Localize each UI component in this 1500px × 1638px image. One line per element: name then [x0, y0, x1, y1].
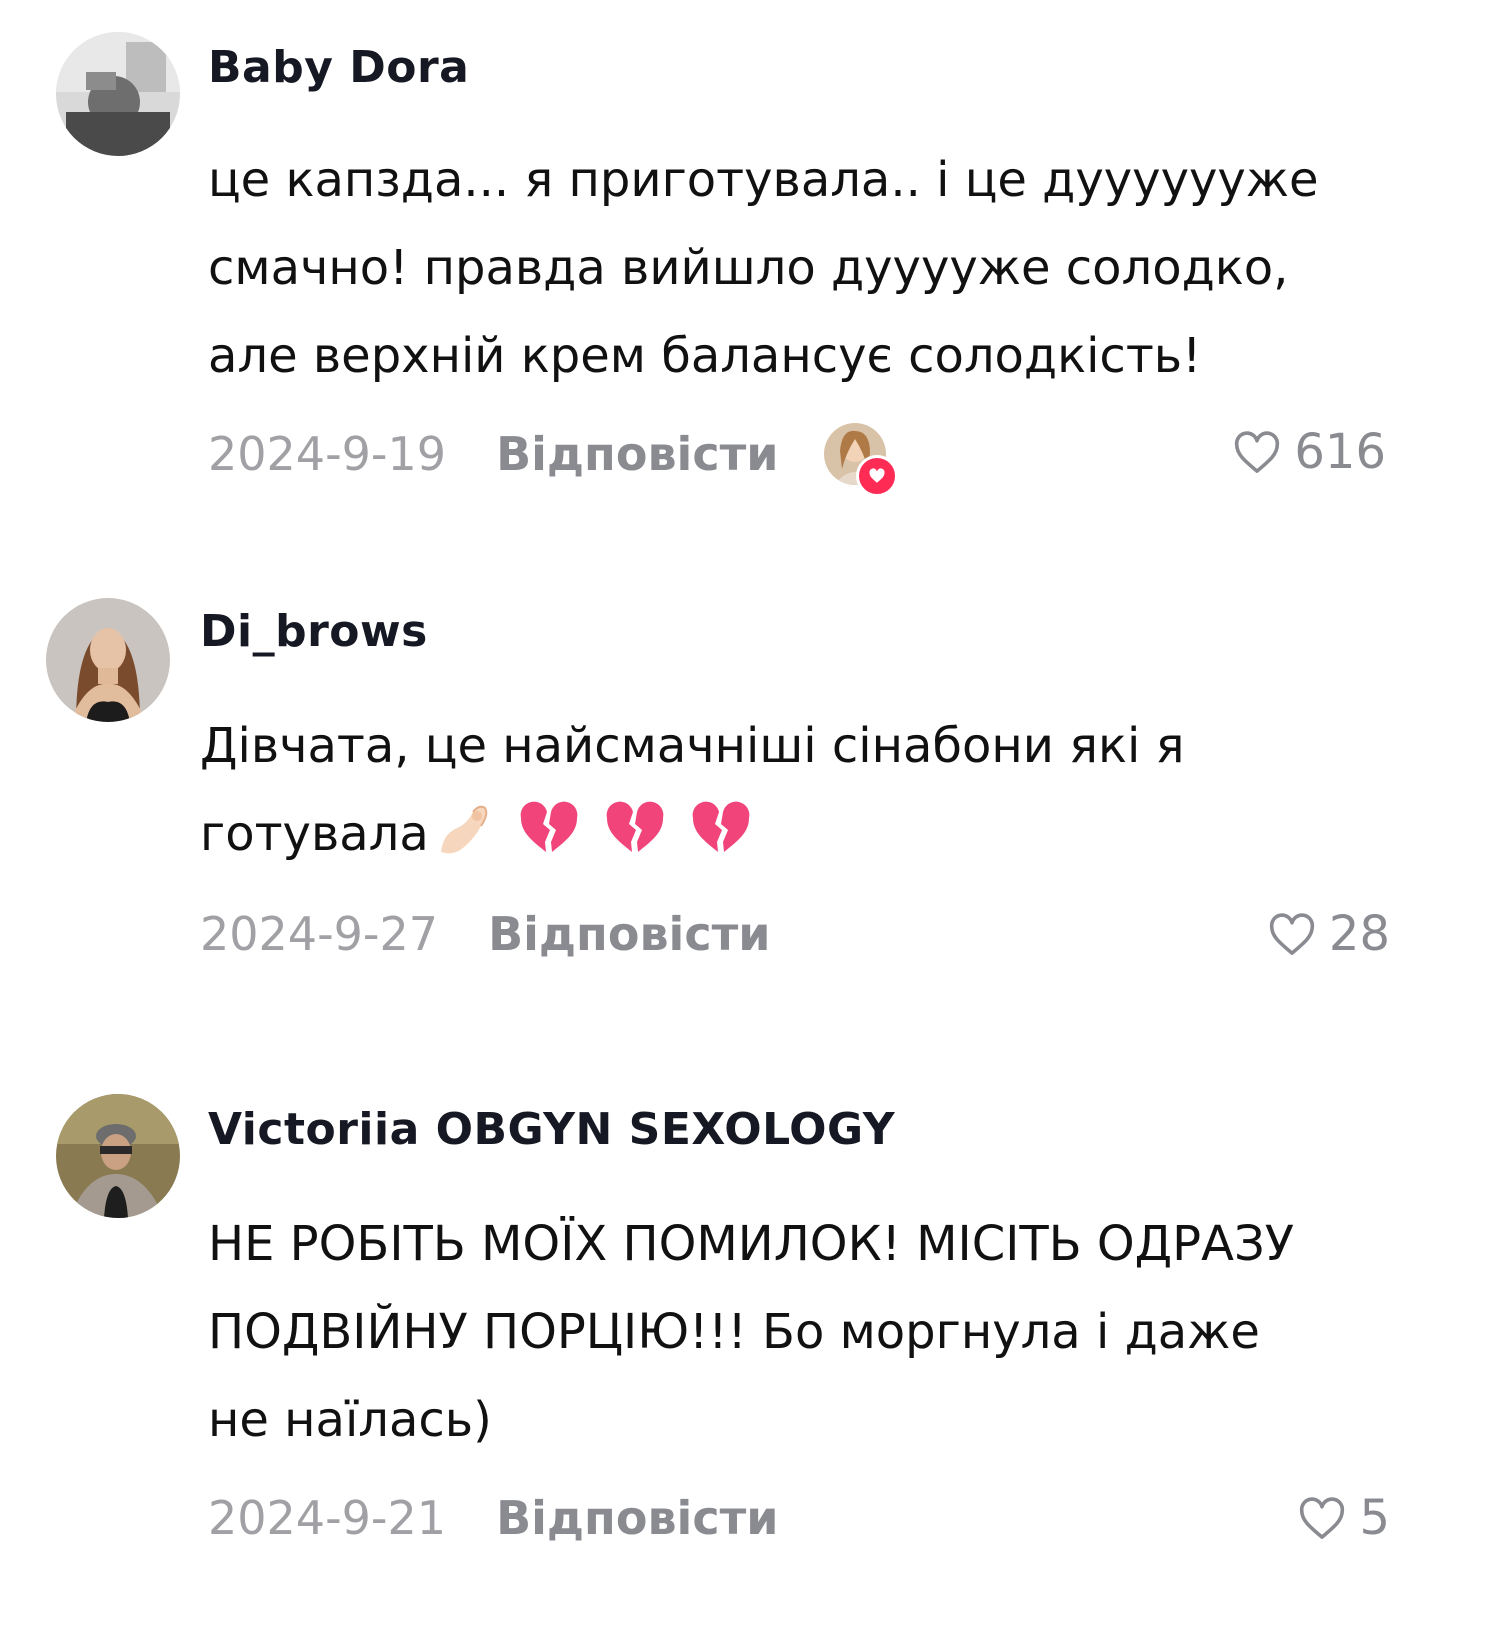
comment-text-line: не наїлась) — [208, 1392, 492, 1448]
like-button[interactable]: 616 — [1230, 422, 1386, 482]
comment-text-line-with-emojis: готувала — [200, 790, 1185, 878]
comment-text-line: готувала — [200, 806, 429, 862]
comment-date: 2024-9-21 — [208, 1491, 447, 1545]
like-count: 28 — [1328, 906, 1390, 962]
pinched-fingers-emoji — [440, 805, 488, 854]
liked-by-creator-badge — [824, 423, 899, 497]
comment-text-line: це капзда... я приготувала.. і це дууууу… — [208, 152, 1319, 208]
comment-username[interactable]: Di_brows — [200, 606, 428, 657]
broken-heart-emoji — [692, 801, 750, 852]
comment-text-line: але верхній крем балансує солодкість! — [208, 328, 1202, 384]
avatar[interactable] — [56, 1094, 180, 1218]
avatar[interactable] — [56, 32, 180, 156]
comment-text-line: Дівчата, це найсмачніші сінабони які я — [200, 718, 1185, 774]
comment-date: 2024-9-19 — [208, 427, 447, 481]
comment-meta: 2024-9-21 Відповісти — [208, 1488, 778, 1548]
heart-icon — [856, 455, 899, 497]
comment-date: 2024-9-27 — [200, 907, 439, 961]
broken-heart-emoji — [606, 801, 664, 852]
comment-text-line: смачно! правда вийшло дууууже солодко, — [208, 240, 1289, 296]
like-count: 616 — [1294, 424, 1386, 480]
heart-outline-icon — [1300, 1497, 1345, 1539]
heart-outline-icon — [1269, 913, 1314, 955]
like-button[interactable]: 5 — [1295, 1488, 1390, 1548]
reply-button[interactable]: Відповісти — [488, 907, 770, 961]
emoji-row — [433, 798, 751, 858]
comment-text: Дівчата, це найсмачніші сінабони які я г… — [200, 702, 1185, 878]
comment-text-line: НЕ РОБІТЬ МОЇХ ПОМИЛОК! МІСІТЬ ОДРАЗУ — [208, 1216, 1294, 1272]
like-count: 5 — [1359, 1490, 1390, 1546]
broken-heart-emoji — [520, 801, 578, 852]
comment-text: це капзда... я приготувала.. і це дууууу… — [208, 136, 1319, 400]
comment-text: НЕ РОБІТЬ МОЇХ ПОМИЛОК! МІСІТЬ ОДРАЗУ ПО… — [208, 1200, 1294, 1464]
comment-meta: 2024-9-19 Відповісти — [208, 423, 899, 497]
avatar[interactable] — [46, 598, 170, 722]
reply-button[interactable]: Відповісти — [496, 427, 778, 481]
heart-outline-icon — [1235, 431, 1280, 473]
comment-text-line: ПОДВІЙНУ ПОРЦІЮ!!! Бо моргнула і даже — [208, 1304, 1260, 1360]
like-button[interactable]: 28 — [1265, 904, 1390, 964]
comment-username[interactable]: Baby Dora — [208, 42, 469, 93]
comment-username[interactable]: Victoriia OBGYN SEXOLOGY — [208, 1104, 895, 1155]
comment-meta: 2024-9-27 Відповісти — [200, 904, 770, 964]
reply-button[interactable]: Відповісти — [496, 1491, 778, 1545]
